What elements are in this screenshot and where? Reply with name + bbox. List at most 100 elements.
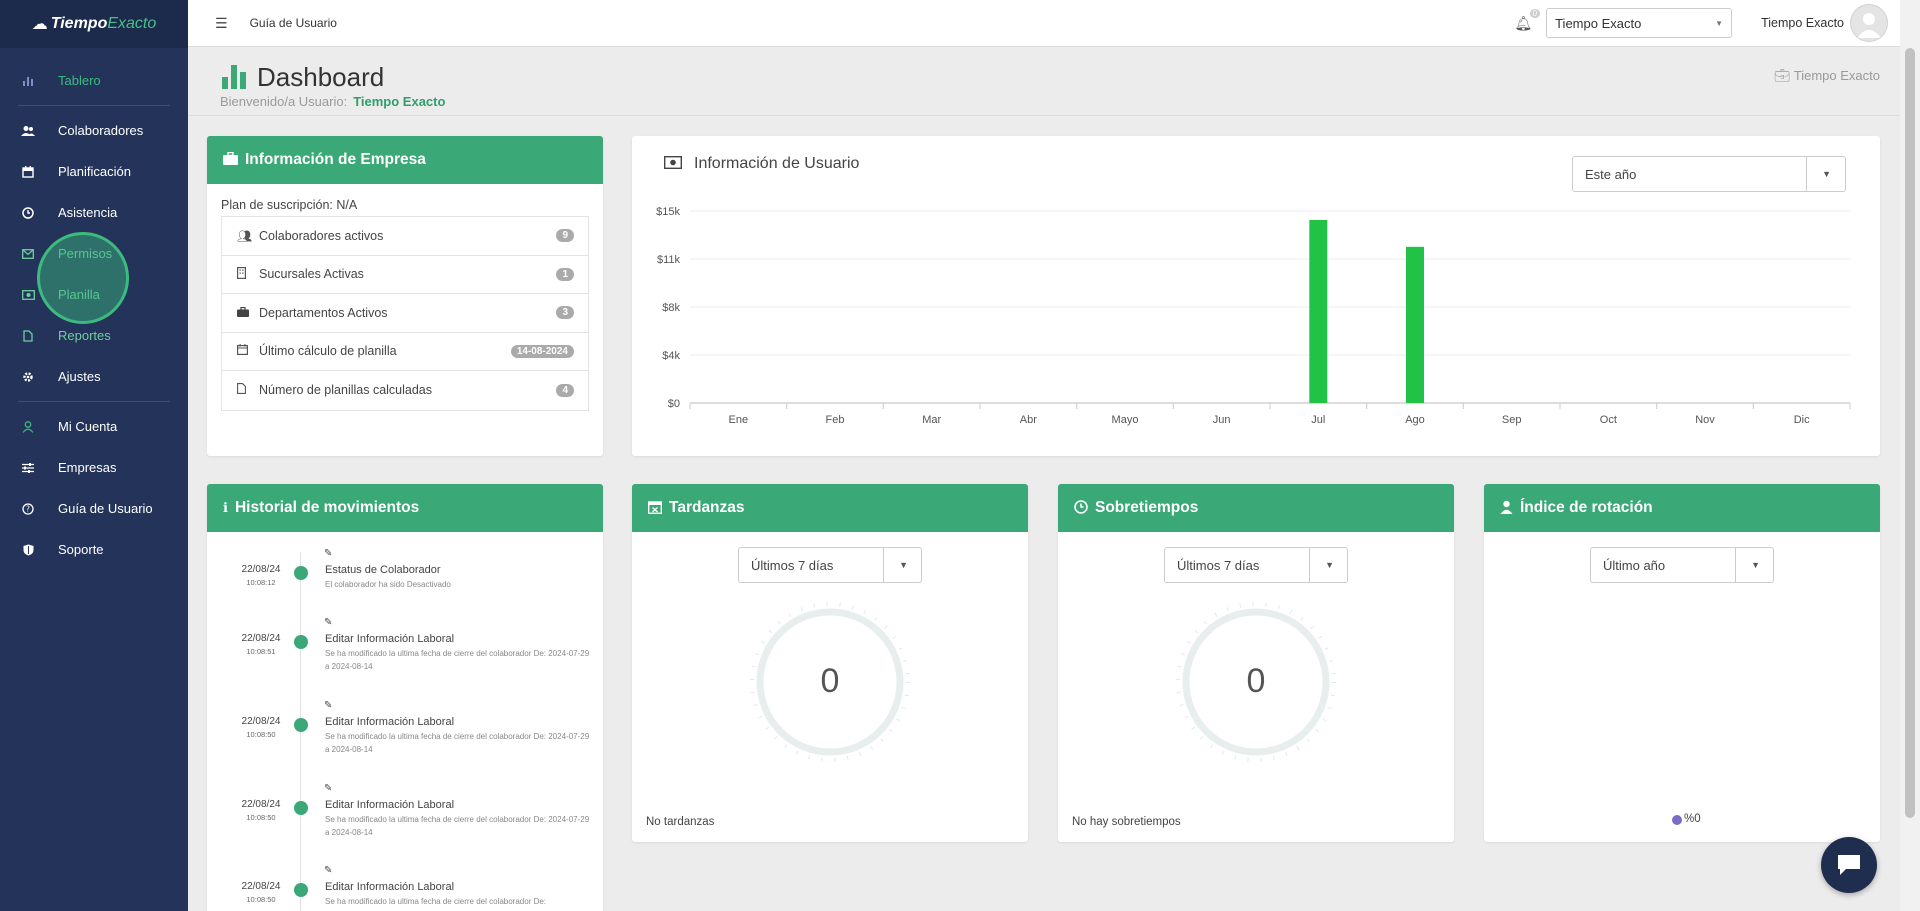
panel-header: Índice de rotación	[1484, 484, 1880, 532]
chevron-down-icon: ▼	[1822, 169, 1831, 179]
chat-icon	[1838, 855, 1860, 875]
tardanzas-footer: No tardanzas	[646, 816, 715, 828]
legend-dot	[1672, 815, 1682, 825]
user-icon	[20, 419, 36, 435]
item-time: 10:08:50	[246, 813, 276, 822]
sidebar-item-label: Empresas	[58, 460, 117, 475]
sidebar-item-empresas[interactable]: Empresas	[0, 447, 188, 488]
scrollbar-thumb[interactable]	[1905, 48, 1915, 818]
select-divider	[1735, 548, 1736, 582]
panel-title: Tardanzas	[669, 499, 745, 516]
money-icon	[20, 287, 36, 303]
item-description: Se ha modificado la ultima fecha de cier…	[325, 897, 547, 906]
nav-divider	[18, 401, 170, 402]
breadcrumb-company[interactable]: Tiempo Exacto	[1794, 68, 1880, 83]
sidebar-item-label: Colaboradores	[58, 123, 144, 138]
item-date: 22/08/24	[241, 881, 281, 892]
tardanzas-panel: Tardanzas Últimos 7 días ▼ 0 No tardanza…	[632, 484, 1028, 842]
calendar-icon	[20, 164, 36, 180]
notifications-button[interactable]: 🔔︎ 0	[1514, 8, 1541, 32]
page-header: Dashboard Bienvenido/a Usuario: Tiempo Ex…	[188, 48, 1900, 116]
sidebar-item-planilla[interactable]: Planilla	[0, 274, 188, 315]
welcome-user: Tiempo Exacto	[353, 94, 446, 109]
sidebar-item-mi-cuenta[interactable]: Mi Cuenta	[0, 406, 188, 447]
page-title: Dashboard	[221, 64, 384, 90]
avatar[interactable]	[1850, 4, 1888, 42]
panel-title: Información de Empresa	[245, 151, 426, 168]
sidebar-item-planificacion[interactable]: Planificación	[0, 151, 188, 192]
bell-icon: 🔔︎	[1514, 14, 1533, 31]
item-title: Estatus de Colaborador	[325, 564, 441, 576]
list-item: Número de planillas calculadas 4	[222, 371, 588, 410]
list-item: 👥︎ Colaboradores activos 9	[222, 217, 588, 256]
sidebar-item-reportes[interactable]: Reportes	[0, 315, 188, 356]
pencil-icon: ✎	[324, 865, 333, 876]
sidebar-item-colaboradores[interactable]: Colaboradores	[0, 110, 188, 151]
period-select[interactable]: Este año ▼	[1572, 156, 1846, 192]
item-description: El colaborador ha sido Desactivado	[325, 580, 451, 589]
user-icon	[1500, 500, 1513, 517]
item-title: Editar Información Laboral	[325, 881, 455, 893]
timeline-dot	[294, 883, 308, 897]
rotacion-period-select[interactable]: Último año ▼	[1590, 547, 1774, 583]
period-select-value: Este año	[1585, 166, 1637, 182]
briefcase-icon: 💼︎	[1773, 68, 1791, 83]
list-item-label: Sucursales Activas	[259, 267, 364, 282]
item-title: Editar Información Laboral	[325, 716, 455, 728]
panel-title: Información de Usuario	[663, 155, 859, 173]
info-icon: ℹ	[223, 500, 228, 515]
money-icon	[663, 155, 683, 172]
x-tick-label: Jun	[1213, 414, 1231, 426]
sidebar-item-label: Reportes	[58, 328, 111, 343]
user-name[interactable]: Tiempo Exacto	[1761, 16, 1844, 30]
list-item-label: Último cálculo de planilla	[259, 344, 397, 359]
panel-title: Sobretiempos	[1095, 499, 1199, 516]
user-avatar-icon	[1857, 13, 1881, 38]
page-scrollbar[interactable]	[1900, 0, 1920, 911]
chevron-down-icon: ▼	[1325, 560, 1334, 570]
tardanzas-period-select[interactable]: Últimos 7 días ▼	[738, 547, 922, 583]
company-select[interactable]: Tiempo Exacto ▼	[1546, 8, 1733, 38]
sidebar-item-guia[interactable]: ? Guía de Usuario	[0, 488, 188, 529]
x-tick-label: Nov	[1695, 414, 1715, 426]
list-item: Departamentos Activos 3	[222, 294, 588, 333]
brand-logo[interactable]: ☁ Tiempo Exacto	[0, 0, 188, 48]
chat-button[interactable]	[1821, 837, 1877, 893]
panel-header: Tardanzas	[632, 484, 1028, 532]
question-icon: ?	[20, 501, 36, 517]
timeline-dot	[294, 566, 308, 580]
y-tick-label: $15k	[656, 206, 680, 218]
sidebar-item-label: Soporte	[58, 542, 104, 557]
chevron-down-icon: ▼	[1715, 18, 1724, 28]
panel-header: ℹ Historial de movimientos	[207, 484, 603, 532]
item-date: 22/08/24	[241, 633, 281, 644]
item-title: Editar Información Laboral	[325, 799, 455, 811]
breadcrumb: 💼︎ Tiempo Exacto	[1774, 68, 1880, 84]
sidebar-item-label: Ajustes	[58, 369, 101, 384]
item-description: Se ha modificado la ultima fecha de cier…	[325, 815, 590, 837]
item-date: 22/08/24	[241, 564, 281, 575]
sidebar-item-soporte[interactable]: Soporte	[0, 529, 188, 570]
sidebar-item-asistencia[interactable]: Asistencia	[0, 192, 188, 233]
sidebar-item-label: Planificación	[58, 164, 131, 179]
guide-link[interactable]: Guía de Usuario	[250, 16, 337, 30]
hamburger-icon[interactable]: ☰	[215, 15, 228, 32]
select-value: Último año	[1603, 557, 1666, 573]
subscription-plan: Plan de suscripción: N/A	[221, 198, 358, 212]
monthly-bar-chart: $0 $4k $8k $11k $15k Ene Feb Mar Abr Mayo Jun Jul Ag…	[656, 206, 1851, 426]
y-tick-label: $4k	[662, 350, 680, 362]
sobretiempos-value: 0	[1246, 662, 1266, 700]
sobretiempos-period-select[interactable]: Últimos 7 días ▼	[1164, 547, 1348, 583]
sidebar-item-ajustes[interactable]: Ajustes	[0, 356, 188, 397]
svg-text:?: ?	[26, 504, 30, 513]
x-tick-label: Mayo	[1112, 414, 1139, 426]
count-badge: 4	[556, 383, 574, 397]
building-icon	[237, 266, 251, 282]
chevron-down-icon: ▼	[1751, 560, 1760, 570]
sidebar-item-permisos[interactable]: Permisos	[0, 233, 188, 274]
y-tick-label: $0	[668, 398, 680, 410]
select-divider	[1309, 548, 1310, 582]
panel-title: Historial de movimientos	[234, 499, 420, 516]
sidebar-item-tablero[interactable]: Tablero	[0, 60, 188, 101]
pencil-icon: ✎	[324, 700, 333, 711]
